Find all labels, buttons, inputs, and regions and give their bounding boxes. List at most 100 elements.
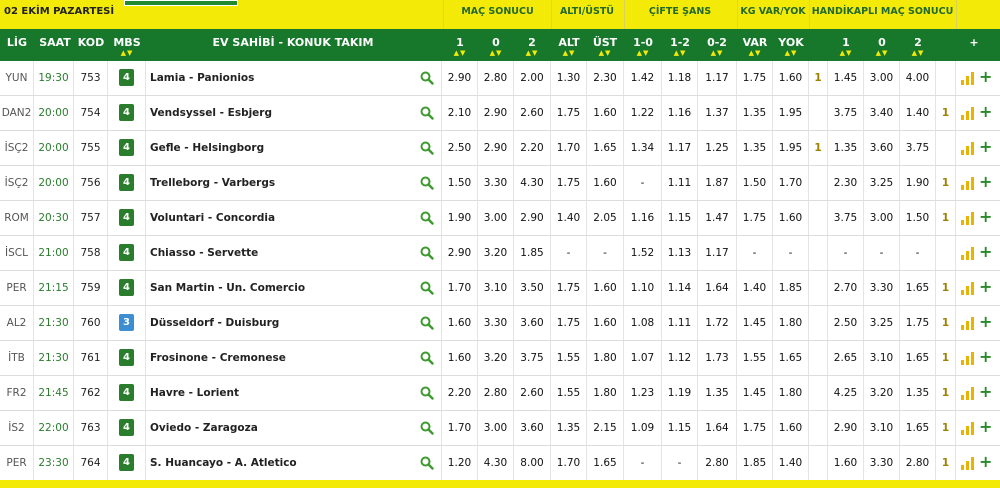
teams-cell[interactable]: Havre - Lorient [146, 376, 442, 410]
odd-alt[interactable]: 1.75 [551, 271, 587, 305]
sort-arrows[interactable]: ▲▼ [624, 49, 662, 57]
teams-cell[interactable]: Gefle - Helsingborg [146, 131, 442, 165]
odd-h-0[interactable]: 3.25 [864, 306, 900, 340]
odd-ms-2[interactable]: 3.75 [514, 341, 551, 375]
odd-ms-0[interactable]: 3.30 [478, 166, 514, 200]
odd-alt[interactable]: 1.40 [551, 201, 587, 235]
bar-chart-icon[interactable] [960, 246, 976, 260]
plus-icon[interactable]: + [979, 208, 992, 226]
odd-cs-12[interactable]: 1.11 [662, 306, 698, 340]
odd-ms-2[interactable]: 2.60 [514, 376, 551, 410]
teams-cell[interactable]: Voluntari - Concordia [146, 201, 442, 235]
odd-ust[interactable]: 1.60 [587, 96, 624, 130]
odd-h-0[interactable]: 3.20 [864, 376, 900, 410]
odd-var[interactable]: - [737, 236, 773, 270]
bar-chart-icon[interactable] [960, 281, 976, 295]
odd-h-2[interactable]: 1.90 [900, 166, 936, 200]
odd-cs-10[interactable]: 1.22 [624, 96, 662, 130]
odd-var[interactable]: 1.45 [737, 376, 773, 410]
odd-ms-1[interactable]: 2.90 [442, 61, 478, 95]
odd-yok[interactable]: 1.60 [773, 61, 809, 95]
odd-cs-02[interactable]: 1.64 [698, 271, 737, 305]
odd-var[interactable]: 1.75 [737, 411, 773, 445]
odd-h-1[interactable]: 2.90 [828, 411, 864, 445]
sort-arrows[interactable]: ▲▼ [698, 49, 736, 57]
odd-h-0[interactable]: 3.00 [864, 61, 900, 95]
odd-cs-10[interactable]: 1.34 [624, 131, 662, 165]
odd-var[interactable]: 1.45 [737, 306, 773, 340]
odd-var[interactable]: 1.85 [737, 446, 773, 480]
odd-h-1[interactable]: 1.60 [828, 446, 864, 480]
odd-cs-10[interactable]: 1.23 [624, 376, 662, 410]
odd-h-2[interactable]: 1.40 [900, 96, 936, 130]
sort-arrows[interactable]: ▲▼ [478, 49, 514, 57]
odd-cs-12[interactable]: 1.13 [662, 236, 698, 270]
odd-cs-02[interactable]: 1.17 [698, 61, 737, 95]
sort-arrows[interactable]: ▲▼ [108, 49, 146, 57]
odd-yok[interactable]: 1.60 [773, 201, 809, 235]
odd-ms-2[interactable]: 8.00 [514, 446, 551, 480]
search-icon[interactable] [420, 386, 434, 400]
plus-icon[interactable]: + [979, 138, 992, 156]
search-icon[interactable] [420, 421, 434, 435]
odd-ms-1[interactable]: 2.10 [442, 96, 478, 130]
odd-cs-10[interactable]: 1.16 [624, 201, 662, 235]
teams-cell[interactable]: Lamia - Panionios [146, 61, 442, 95]
col-cs-02[interactable]: 0-2 [698, 36, 736, 49]
odd-ust[interactable]: 1.65 [587, 446, 624, 480]
odd-ms-2[interactable]: 3.60 [514, 306, 551, 340]
odd-ms-2[interactable]: 2.60 [514, 96, 551, 130]
search-icon[interactable] [420, 176, 434, 190]
odd-cs-12[interactable]: 1.14 [662, 271, 698, 305]
odd-ms-0[interactable]: 2.90 [478, 131, 514, 165]
bar-chart-icon[interactable] [960, 211, 976, 225]
bar-chart-icon[interactable] [960, 421, 976, 435]
col-h-2[interactable]: 2 [900, 36, 936, 49]
odd-h-0[interactable]: 3.30 [864, 446, 900, 480]
col-h-0[interactable]: 0 [864, 36, 900, 49]
odd-ms-1[interactable]: 1.60 [442, 306, 478, 340]
odd-ust[interactable]: 2.15 [587, 411, 624, 445]
odd-cs-12[interactable]: 1.19 [662, 376, 698, 410]
col-alt[interactable]: ALT [551, 36, 587, 49]
odd-yok[interactable]: 1.65 [773, 341, 809, 375]
odd-yok[interactable]: 1.80 [773, 376, 809, 410]
odd-cs-02[interactable]: 1.73 [698, 341, 737, 375]
odd-ms-2[interactable]: 3.60 [514, 411, 551, 445]
sort-arrows[interactable]: ▲▼ [662, 49, 698, 57]
odd-var[interactable]: 1.40 [737, 271, 773, 305]
bar-chart-icon[interactable] [960, 141, 976, 155]
odd-var[interactable]: 1.75 [737, 61, 773, 95]
bar-chart-icon[interactable] [960, 71, 976, 85]
odd-cs-10[interactable]: 1.07 [624, 341, 662, 375]
bar-chart-icon[interactable] [960, 106, 976, 120]
odd-cs-10[interactable]: 1.08 [624, 306, 662, 340]
plus-icon[interactable]: + [979, 68, 992, 86]
plus-icon[interactable]: + [979, 418, 992, 436]
odd-ms-0[interactable]: 2.90 [478, 96, 514, 130]
odd-cs-02[interactable]: 1.35 [698, 376, 737, 410]
odd-ms-0[interactable]: 3.30 [478, 306, 514, 340]
odd-cs-12[interactable]: 1.15 [662, 201, 698, 235]
odd-var[interactable]: 1.35 [737, 131, 773, 165]
col-ust[interactable]: ÜST [587, 36, 623, 49]
col-var[interactable]: VAR [737, 36, 773, 49]
odd-cs-10[interactable]: 1.52 [624, 236, 662, 270]
odd-h-1[interactable]: 2.65 [828, 341, 864, 375]
search-icon[interactable] [420, 351, 434, 365]
plus-icon[interactable]: + [979, 278, 992, 296]
teams-cell[interactable]: Vendsyssel - Esbjerg [146, 96, 442, 130]
odd-ust[interactable]: 2.05 [587, 201, 624, 235]
odd-var[interactable]: 1.55 [737, 341, 773, 375]
col-ms-0[interactable]: 0 [478, 36, 514, 49]
col-lig[interactable]: LİG [0, 36, 34, 49]
plus-icon[interactable]: + [979, 348, 992, 366]
odd-yok[interactable]: 1.80 [773, 306, 809, 340]
search-icon[interactable] [420, 316, 434, 330]
col-plus[interactable]: + [956, 36, 992, 49]
odd-alt[interactable]: - [551, 236, 587, 270]
teams-cell[interactable]: Düsseldorf - Duisburg [146, 306, 442, 340]
odd-ust[interactable]: - [587, 236, 624, 270]
plus-icon[interactable]: + [979, 173, 992, 191]
odd-yok[interactable]: 1.40 [773, 446, 809, 480]
